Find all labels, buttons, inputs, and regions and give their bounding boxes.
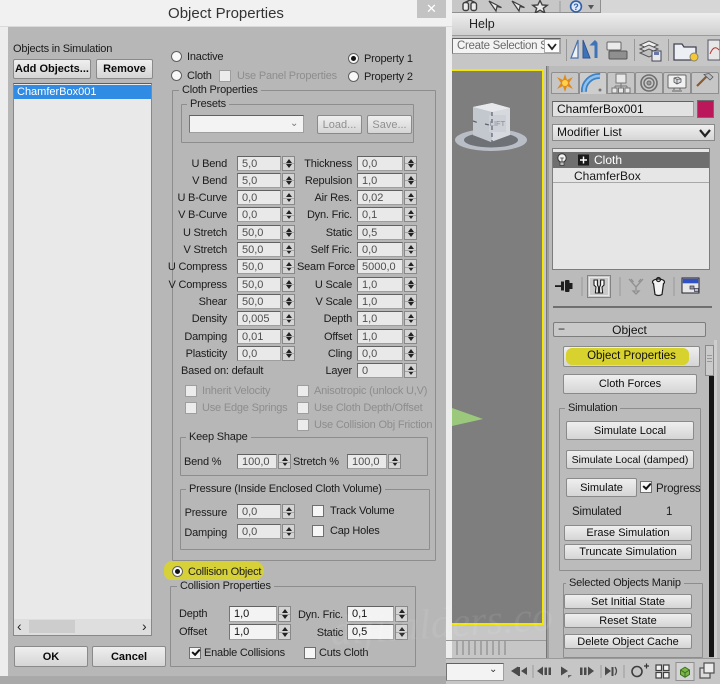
- svg-text:?: ?: [573, 2, 579, 12]
